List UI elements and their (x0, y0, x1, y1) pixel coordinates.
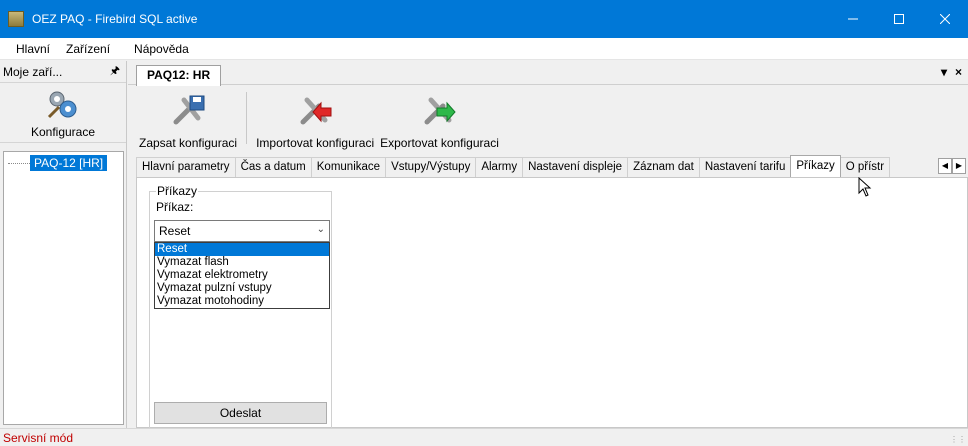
tab-scroll-left-icon[interactable]: ◀ (938, 158, 952, 174)
toolbar-separator (246, 91, 248, 144)
tab-commands[interactable]: Příkazy (790, 155, 841, 177)
device-dock-panel: Moje zaří... 🖈 Konfigurace PAQ-12 [HR] (0, 61, 127, 428)
send-button[interactable]: Odeslat (154, 402, 327, 424)
configuration-label: Konfigurace (30, 125, 96, 139)
command-dropdown-list: Reset Vymazat flash Vymazat elektrometry… (154, 242, 330, 309)
tree-item-label: PAQ-12 [HR] (30, 155, 108, 171)
maximize-button[interactable] (876, 0, 922, 38)
document-area: PAQ12: HR ▾ × Zapsat konfiguraci Importo… (128, 61, 968, 431)
command-select-value: Reset (159, 224, 191, 238)
status-bar: Servisní mód ⋮⋮ (0, 428, 968, 446)
save-config-button[interactable]: Zapsat konfiguraci (136, 94, 240, 150)
export-config-label: Exportovat konfiguraci (380, 136, 499, 150)
command-field-label: Příkaz: (156, 200, 194, 214)
tab-alarms[interactable]: Alarmy (475, 157, 524, 177)
export-config-icon (424, 97, 457, 125)
dropdown-option-clear-pulse-inputs[interactable]: Vymazat pulzní vstupy (155, 282, 329, 295)
dropdown-option-reset[interactable]: Reset (155, 243, 329, 256)
window-controls (830, 0, 968, 38)
import-config-label: Importovat konfiguraci (256, 136, 375, 150)
dock-title: Moje zaří... (3, 64, 63, 79)
tree-item-paq12[interactable]: PAQ-12 [HR] (8, 155, 108, 171)
menu-hlavni[interactable]: Hlavní (0, 38, 58, 60)
minimize-icon (848, 18, 858, 20)
configuration-button[interactable]: Konfigurace (0, 83, 126, 143)
minimize-button[interactable] (830, 0, 876, 38)
tree-connector (8, 163, 30, 164)
commands-tab-panel: Příkazy Příkaz: Reset ⌄ Reset Vymazat fl… (136, 178, 968, 431)
menu-bar: Hlavní Zařízení Nápověda (0, 38, 968, 60)
tab-scroll-arrows: ◀ ▶ (938, 158, 966, 174)
tab-scroll-right-icon[interactable]: ▶ (952, 158, 966, 174)
tab-list-icon[interactable]: ▾ (941, 65, 947, 79)
groupbox-title: Příkazy (156, 184, 199, 198)
save-config-icon (173, 95, 205, 125)
import-config-button[interactable]: Importovat konfiguraci (253, 94, 377, 150)
tab-about-device[interactable]: O přístr (839, 157, 891, 177)
status-text: Servisní mód (3, 430, 74, 445)
close-document-icon[interactable]: × (955, 65, 962, 79)
pin-icon[interactable]: 🖈 (110, 62, 120, 81)
tab-inputs-outputs[interactable]: Vstupy/Výstupy (385, 157, 477, 177)
document-controls: ▾ × (941, 65, 962, 79)
app-icon (8, 11, 24, 27)
menu-napoveda[interactable]: Nápověda (118, 38, 197, 60)
tab-display-settings[interactable]: Nastavení displeje (522, 157, 629, 177)
tab-main-parameters[interactable]: Hlavní parametry (136, 157, 236, 177)
settings-tab-strip: Hlavní parametry Čas a datum Komunikace … (136, 155, 968, 178)
command-select[interactable]: Reset ⌄ (154, 220, 330, 242)
maximize-icon (894, 14, 904, 24)
import-config-icon (300, 97, 332, 125)
window-title: OEZ PAQ - Firebird SQL active (32, 12, 198, 26)
save-config-label: Zapsat konfiguraci (139, 136, 238, 150)
mouse-cursor-icon (858, 177, 872, 197)
resize-grip-icon[interactable]: ⋮⋮ (950, 435, 966, 444)
dropdown-option-clear-motor-hours[interactable]: Vymazat motohodiny (155, 295, 329, 308)
tab-communication[interactable]: Komunikace (310, 157, 387, 177)
gears-icon (47, 91, 77, 119)
chevron-down-icon: ⌄ (316, 224, 325, 235)
menu-zarizeni[interactable]: Zařízení (58, 38, 118, 60)
device-tree: PAQ-12 [HR] (3, 151, 124, 425)
tab-tariff-settings[interactable]: Nastavení tarifu (698, 157, 792, 177)
dropdown-option-clear-meters[interactable]: Vymazat elektrometry (155, 269, 329, 282)
export-config-button[interactable]: Exportovat konfiguraci (377, 94, 502, 150)
commands-groupbox: Příkazy Příkaz: Reset ⌄ Reset Vymazat fl… (149, 184, 332, 431)
tab-date-time[interactable]: Čas a datum (234, 157, 312, 177)
document-tab-strip: PAQ12: HR ▾ × (128, 61, 968, 86)
close-button[interactable] (922, 0, 968, 38)
document-tab-paq12[interactable]: PAQ12: HR (136, 65, 222, 86)
close-icon (940, 14, 950, 24)
tab-data-log[interactable]: Záznam dat (627, 157, 700, 177)
config-toolbar: Zapsat konfiguraci Importovat konfigurac… (136, 85, 968, 155)
title-bar: OEZ PAQ - Firebird SQL active (0, 0, 968, 38)
dock-header: Moje zaří... 🖈 (0, 61, 126, 83)
dropdown-option-clear-flash[interactable]: Vymazat flash (155, 256, 329, 269)
